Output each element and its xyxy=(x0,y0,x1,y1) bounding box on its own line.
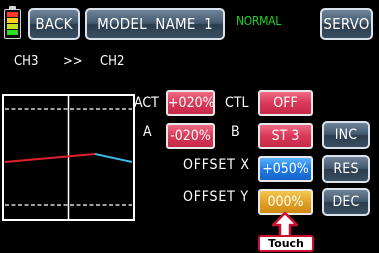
rate-a-value[interactable]: -020% xyxy=(166,123,215,149)
rate-b-value[interactable]: ST 3 xyxy=(258,123,313,149)
dec-button[interactable]: DEC xyxy=(322,188,370,216)
slave-channel-label: CH2 xyxy=(100,54,125,69)
act-label: ACT xyxy=(134,95,159,111)
mixing-screen: BACK MODEL NAME 1 NORMAL SERVO CH3 >> CH… xyxy=(0,0,379,253)
inc-button[interactable]: INC xyxy=(322,121,370,149)
status-label: NORMAL xyxy=(236,14,281,28)
touch-callout-label: Touch xyxy=(258,235,314,252)
back-button[interactable]: BACK xyxy=(28,8,80,40)
master-channel-label: CH3 xyxy=(14,54,39,69)
rate-a-label: A xyxy=(143,124,152,140)
battery-icon xyxy=(3,6,22,39)
offset-x-label: OFFSET X xyxy=(183,157,250,173)
servo-button[interactable]: SERVO xyxy=(320,8,373,40)
channel-arrow: >> xyxy=(63,54,83,69)
mix-curve-graph xyxy=(2,94,135,221)
ctl-label: CTL xyxy=(225,95,249,111)
ctl-value[interactable]: OFF xyxy=(258,90,313,116)
offset-y-label: OFFSET Y xyxy=(183,189,249,205)
res-button[interactable]: RES xyxy=(322,155,370,183)
act-value[interactable]: +020% xyxy=(166,90,215,116)
offset-x-value[interactable]: +050% xyxy=(258,156,313,182)
rate-b-label: B xyxy=(231,124,240,140)
model-name-button[interactable]: MODEL NAME 1 xyxy=(85,8,225,40)
